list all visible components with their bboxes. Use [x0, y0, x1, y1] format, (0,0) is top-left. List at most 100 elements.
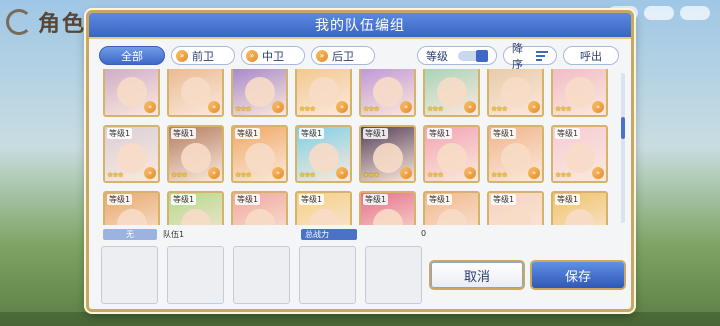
character-card[interactable]: » [167, 69, 224, 117]
character-card[interactable]: 等级1» [423, 191, 480, 225]
level-sort-label: 等级 [426, 49, 448, 63]
character-card[interactable]: 等级1 ★★★ » [231, 125, 288, 183]
character-card[interactable]: ★★★ » [551, 69, 608, 117]
character-face [181, 77, 211, 107]
cancel-button[interactable]: 取消 [429, 260, 525, 290]
team-slots [101, 246, 422, 304]
character-card[interactable]: 等级1 ★★★ » [167, 125, 224, 183]
card-stars: ★★★ [235, 171, 252, 179]
card-level: 等级1 [299, 194, 325, 205]
card-level: 等级1 [235, 194, 261, 205]
team-slot[interactable] [299, 246, 356, 304]
rank-chevron-icon: » [144, 167, 156, 179]
rank-chevron-icon: » [208, 101, 220, 113]
card-stars: ★★★ [427, 171, 444, 179]
cancel-label: 取消 [463, 269, 490, 285]
rank-chevron-icon: » [592, 167, 604, 179]
character-face [501, 143, 531, 173]
chevron-right-icon: » [316, 49, 328, 62]
dialog-title: 我的队伍编组 [315, 18, 405, 34]
character-face [373, 77, 403, 107]
character-card[interactable]: 等级1» [103, 191, 160, 225]
save-button[interactable]: 保存 [530, 260, 626, 290]
team-info-bar: 无 队伍1 总战力 0 [101, 229, 623, 243]
rank-chevron-icon: » [400, 101, 412, 113]
card-stars: ★★★ [107, 171, 124, 179]
card-level: 等级1 [171, 128, 197, 139]
team-name: 队伍1 [163, 230, 185, 239]
card-stars: ★★★ [555, 171, 572, 179]
rank-chevron-icon: » [336, 167, 348, 179]
character-face [181, 143, 211, 173]
card-level: 等级1 [107, 194, 133, 205]
character-card[interactable]: » [103, 69, 160, 117]
card-stars: ★★★ [363, 171, 380, 179]
character-card[interactable]: 等级1» [295, 191, 352, 225]
rank-chevron-icon: » [400, 167, 412, 179]
character-card[interactable]: 等级1 ★★★ » [551, 125, 608, 183]
character-card[interactable]: 等级1» [359, 191, 416, 225]
filter-middle-button[interactable]: » 中卫 [241, 46, 305, 65]
character-face [245, 77, 275, 107]
team-slot[interactable] [167, 246, 224, 304]
character-card[interactable]: ★★★ » [359, 69, 416, 117]
rank-chevron-icon: » [144, 101, 156, 113]
character-card[interactable]: 等级1 ★★★ » [103, 125, 160, 183]
chevron-right-icon: » [176, 49, 188, 62]
back-swirl-icon[interactable] [6, 9, 32, 35]
character-face [245, 143, 275, 173]
character-card[interactable]: 等级1 ★★★ » [487, 125, 544, 183]
card-level: 等级1 [235, 128, 261, 139]
character-card[interactable]: ★★★ » [295, 69, 352, 117]
character-card[interactable]: 等级1 ★★★ » [423, 125, 480, 183]
call-out-button[interactable]: 呼出 [563, 46, 619, 65]
level-sort-button[interactable]: 等级 [417, 46, 497, 65]
card-level: 等级1 [363, 194, 389, 205]
card-level: 等级1 [363, 128, 389, 139]
team-slot[interactable] [365, 246, 422, 304]
card-level: 等级1 [299, 128, 325, 139]
character-card[interactable]: 等级1» [167, 191, 224, 225]
role-filter-bar: 全部 » 前卫 » 中卫 » 后卫 [99, 46, 375, 65]
rank-chevron-icon: » [464, 167, 476, 179]
scrollbar-thumb[interactable] [621, 117, 625, 139]
character-face [373, 143, 403, 173]
character-card[interactable]: 等级1» [231, 191, 288, 225]
card-stars: ★★★ [235, 105, 252, 113]
roster-scrollbar[interactable] [621, 73, 625, 223]
sort-descending-icon [536, 50, 548, 61]
card-level: 等级1 [491, 128, 517, 139]
character-card[interactable]: 等级1» [551, 191, 608, 225]
team-slot[interactable] [101, 246, 158, 304]
sort-order-button[interactable]: 降序 [503, 42, 557, 71]
rank-chevron-icon: » [336, 101, 348, 113]
rank-chevron-icon: » [272, 167, 284, 179]
character-face [501, 77, 531, 107]
character-card[interactable]: 等级1 ★★★ » [295, 125, 352, 183]
character-card[interactable]: ★★★ » [231, 69, 288, 117]
card-stars: ★★★ [299, 105, 316, 113]
toggle-icon [458, 49, 488, 62]
chevron-right-icon: » [246, 49, 258, 62]
character-card[interactable]: 等级1» [487, 191, 544, 225]
character-card[interactable]: ★★★ » [487, 69, 544, 117]
card-stars: ★★★ [491, 171, 508, 179]
filter-all-button[interactable]: 全部 [99, 46, 165, 65]
character-face [565, 143, 595, 173]
card-stars: ★★★ [299, 171, 316, 179]
team-none-tag: 无 [103, 229, 157, 240]
character-card[interactable]: 等级1 ★★★ » [359, 125, 416, 183]
call-out-label: 呼出 [580, 49, 602, 63]
rank-chevron-icon: » [272, 101, 284, 113]
character-face [117, 143, 147, 173]
total-power-value: 0 [421, 229, 427, 238]
filter-back-button[interactable]: » 后卫 [311, 46, 375, 65]
team-slot[interactable] [233, 246, 290, 304]
sort-order-label: 降序 [512, 41, 523, 71]
filter-back-label: 后卫 [332, 49, 354, 63]
rank-chevron-icon: » [528, 101, 540, 113]
character-grid: » » ★★★ » ★★★ » ★★★ » ★★★ » ★★★ » ★★★ » 等级1 ★★★ » 等级1 ★★★ »… [103, 69, 608, 225]
character-card[interactable]: ★★★ » [423, 69, 480, 117]
filter-front-button[interactable]: » 前卫 [171, 46, 235, 65]
character-face [437, 143, 467, 173]
